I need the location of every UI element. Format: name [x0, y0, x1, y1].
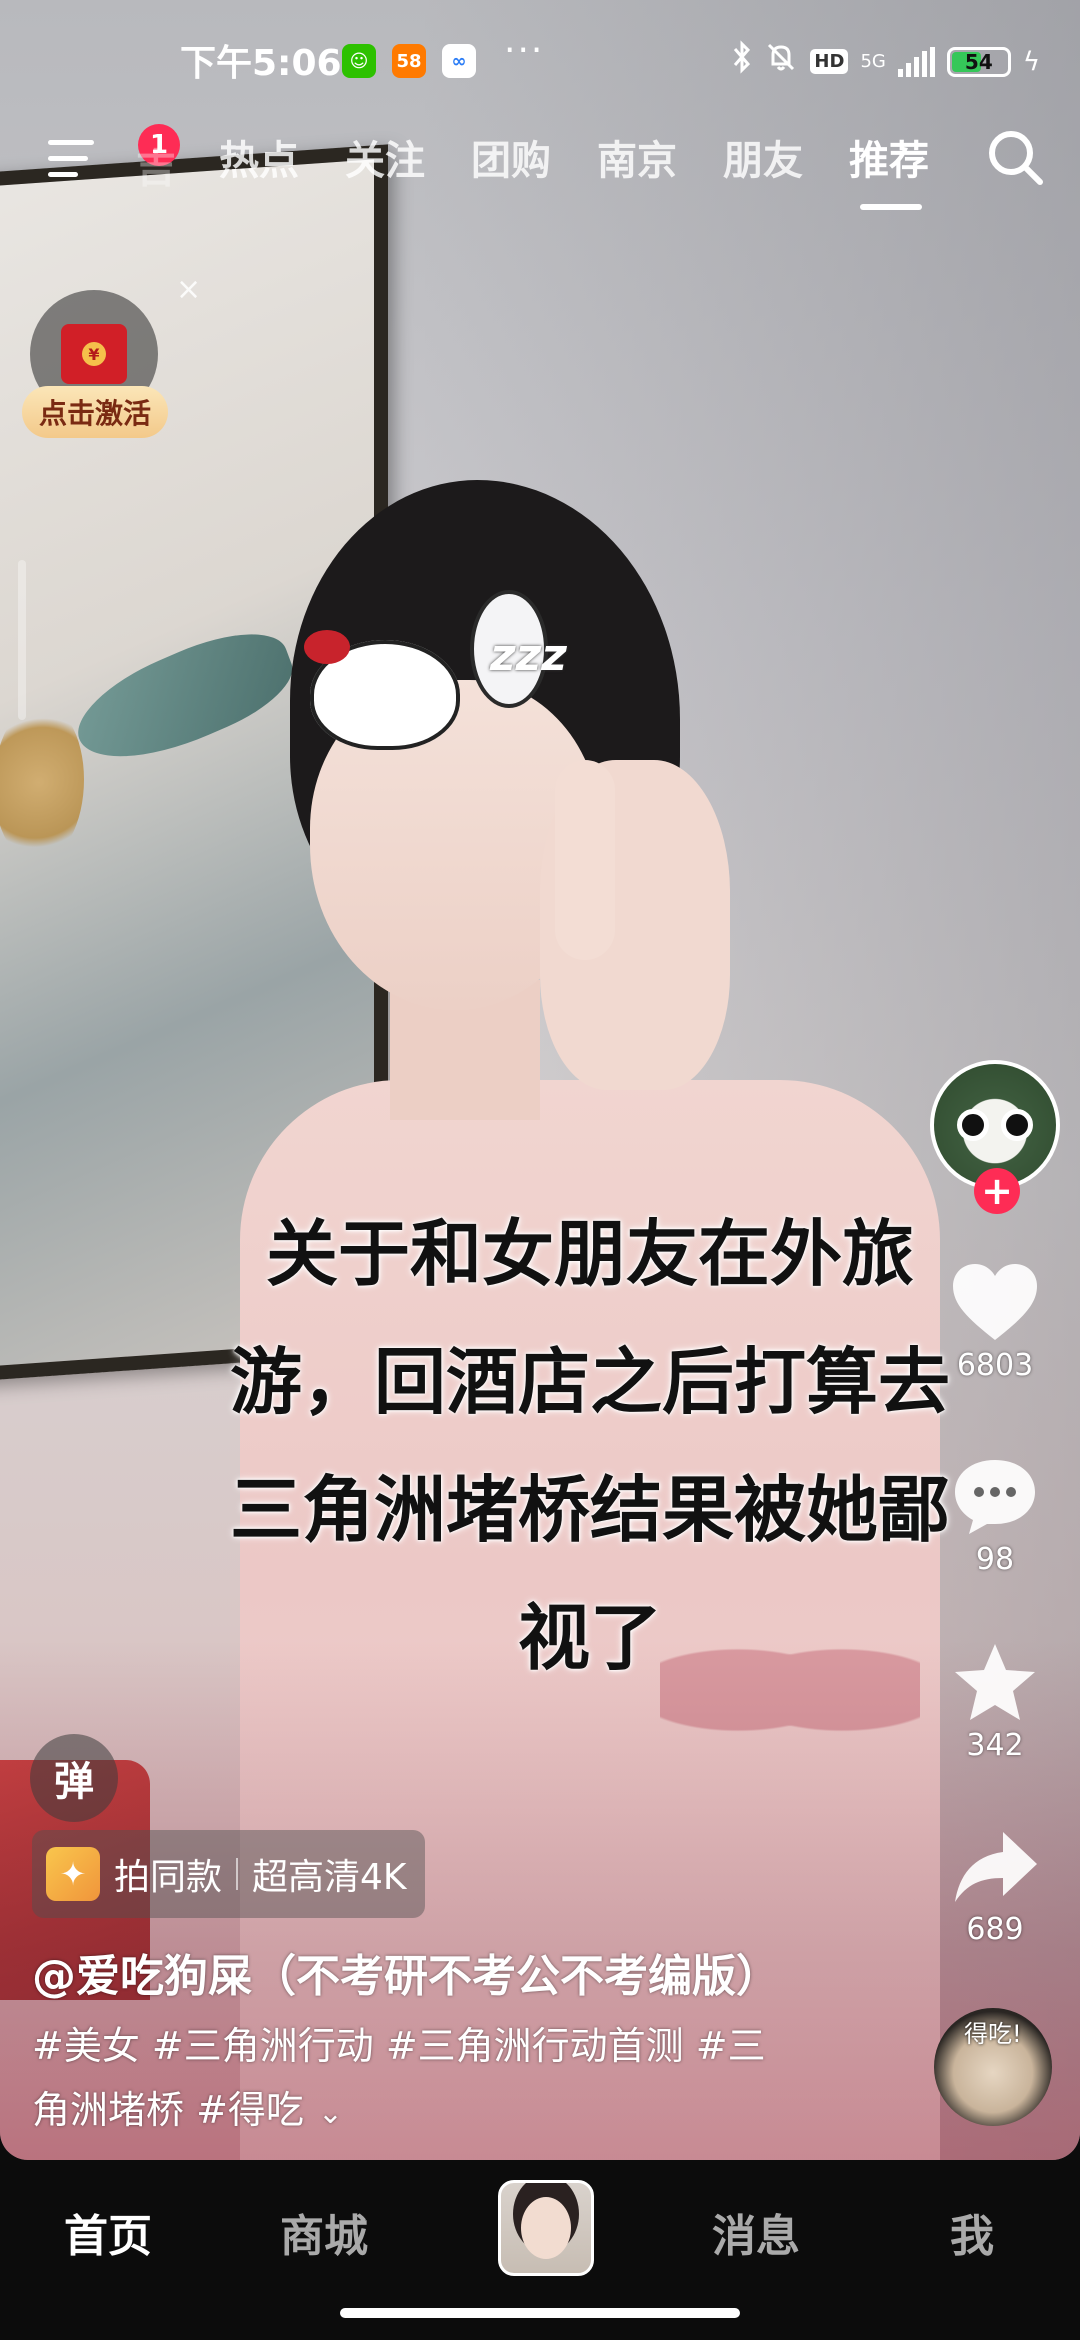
status-time: 下午5:06 — [180, 43, 342, 84]
bluetooth-icon — [732, 40, 752, 83]
hashtags-line-text: 角洲堵桥 #得吃 — [32, 2088, 304, 2132]
follow-button[interactable]: + — [974, 1168, 1020, 1214]
nav-home[interactable]: 首页 — [38, 2200, 178, 2264]
battery-icon: 54 — [946, 46, 1011, 77]
caption-line: 视了 — [517, 1596, 662, 1680]
tab-hot[interactable]: 热点 — [196, 128, 322, 186]
hello-kitty-sticker — [304, 630, 460, 750]
chevron-down-icon[interactable]: ⌄ — [318, 2082, 343, 2146]
divider — [236, 1858, 239, 1890]
share-count: 689 — [966, 1912, 1024, 1947]
search-icon[interactable] — [980, 122, 1052, 194]
caption-line: 三角洲堵桥结果被她鄙 — [229, 1468, 950, 1552]
music-tag: 得吃! — [964, 2020, 1022, 2048]
left-edge-indicator — [18, 560, 26, 720]
mute-bell-icon — [764, 40, 798, 83]
nav-me[interactable]: 我 — [902, 2200, 1042, 2264]
hashtags-line: #美女 #三角洲行动 #三角洲行动首测 #三 — [32, 2024, 766, 2068]
58-app-icon: 58 — [392, 44, 426, 78]
caption-line: 游，回酒店之后打算去 — [229, 1340, 950, 1424]
red-envelope-widget[interactable]: ¥ × 点击激活 — [22, 272, 201, 440]
person-finger — [555, 760, 615, 960]
douyin-feed-screen: zzz 下午5:06 ☺ 58 ∞ ··· HD 5G 54 ϟ 1 吉 热点 … — [0, 0, 1080, 2340]
network-type: 5G — [860, 50, 886, 72]
tab-following[interactable]: 关注 — [322, 128, 448, 186]
share-button[interactable]: 689 — [930, 1824, 1060, 1947]
battery-level: 54 — [964, 49, 993, 74]
status-right-group: HD 5G 54 ϟ — [732, 40, 1040, 83]
share-arrow-icon — [947, 1824, 1043, 1910]
caption-line: 关于和女朋友在外旅 — [265, 1212, 914, 1296]
favorite-count: 342 — [966, 1728, 1024, 1763]
wechat-icon: ☺ — [342, 44, 376, 78]
tab-friends[interactable]: 朋友 — [700, 128, 826, 186]
star-icon — [947, 1640, 1043, 1726]
like-count: 6803 — [956, 1348, 1034, 1383]
nav-messages[interactable]: 消息 — [686, 2200, 826, 2264]
feed-tabs: 热点 关注 团购 南京 朋友 推荐 — [196, 128, 952, 210]
painting-wheat — [0, 699, 84, 866]
comment-icon — [947, 1454, 1043, 1540]
cloud-app-icon: ∞ — [442, 44, 476, 78]
comment-count: 98 — [975, 1542, 1015, 1577]
coin-icon: ¥ — [82, 342, 106, 366]
activate-label[interactable]: 点击激活 — [22, 386, 168, 438]
avatar-eyes — [957, 1109, 1033, 1141]
painting-leaf — [65, 611, 303, 784]
sparkle-icon: ✦ — [46, 1847, 100, 1901]
status-bar: 下午5:06 ☺ 58 ∞ ··· HD 5G 54 ϟ — [0, 0, 1080, 120]
favorite-button[interactable]: 342 — [930, 1640, 1060, 1763]
avatar — [521, 2197, 571, 2259]
like-button[interactable]: 6803 — [930, 1260, 1060, 1383]
create-post-button[interactable] — [498, 2180, 594, 2276]
sleep-sticker-text: zzz — [490, 630, 567, 681]
tab-faded-edge[interactable]: 吉 — [136, 136, 176, 194]
tab-nanjing[interactable]: 南京 — [574, 128, 700, 186]
charging-icon: ϟ — [1022, 46, 1040, 77]
tab-group-buy[interactable]: 团购 — [448, 128, 574, 186]
home-indicator[interactable] — [340, 2308, 740, 2318]
video-description[interactable]: #美女 #三角洲行动 #三角洲行动首测 #三 角洲堵桥 #得吃 ⌄ — [32, 2014, 832, 2146]
hd-badge: HD — [810, 49, 849, 74]
side-menu-button[interactable]: 1 — [44, 124, 180, 188]
tab-recommend[interactable]: 推荐 — [826, 128, 952, 210]
signal-strength-icon — [897, 46, 935, 77]
shoot-same-label: 拍同款 — [114, 1857, 223, 1898]
red-envelope-icon: ¥ — [61, 324, 127, 384]
quality-label: 超高清4K — [252, 1857, 407, 1898]
nav-mall[interactable]: 商城 — [254, 2200, 394, 2264]
video-caption: 关于和女朋友在外旅 游，回酒店之后打算去 三角洲堵桥结果被她鄙 视了 — [150, 1190, 1030, 1702]
comment-button[interactable]: 98 — [930, 1454, 1060, 1577]
hashtags-line-2: 角洲堵桥 #得吃 ⌄ — [32, 2078, 832, 2146]
heart-icon — [947, 1260, 1043, 1346]
top-tab-bar: 1 吉 热点 关注 团购 南京 朋友 推荐 — [0, 110, 1080, 210]
author-name-link[interactable]: @爱吃狗屎（不考研不考公不考编版） — [32, 1940, 780, 2004]
close-icon[interactable]: × — [176, 272, 201, 307]
danmaku-toggle-button[interactable]: 弹 — [30, 1734, 118, 1822]
more-notifications-icon: ··· — [504, 30, 545, 71]
shoot-same-pill[interactable]: ✦ 拍同款 超高清4K — [32, 1830, 425, 1918]
